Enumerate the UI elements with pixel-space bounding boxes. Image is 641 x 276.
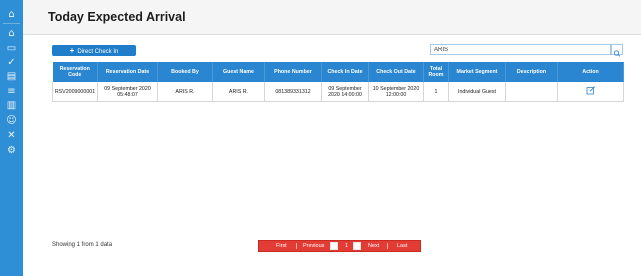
reservation-date-cell: 09 September 2020 05:48:07 [97, 82, 158, 102]
check-out-date-cell: 10 September 2020 12:00:00 [368, 82, 424, 102]
check-icon[interactable]: ✓ [5, 58, 18, 68]
guest-name-cell: ARIS R. [212, 82, 265, 102]
column-header[interactable]: Guest Name [212, 62, 265, 82]
clipboard-icon[interactable]: ▤ [5, 72, 18, 82]
pager-next[interactable]: Next [368, 241, 379, 251]
column-header[interactable]: Phone Number [264, 62, 322, 82]
showing-count-text: Showing 1 from 1 data [52, 242, 113, 248]
action-cell [557, 82, 624, 102]
plus-icon: + [69, 46, 75, 55]
person-icon[interactable]: ☺ [5, 116, 18, 126]
column-header[interactable]: Booked By [157, 62, 213, 82]
pager-current-page[interactable]: 1 [345, 241, 348, 251]
pager-last[interactable]: Last [397, 241, 407, 251]
search-icon [613, 50, 621, 57]
home-icon[interactable]: ⌂ [5, 29, 18, 39]
table-header-row: Reservation Code Reservation Date Booked… [52, 62, 624, 82]
phone-number-cell: 081389331312 [264, 82, 322, 102]
reservation-code-cell: RSV2009000001 [52, 82, 98, 102]
column-header[interactable]: Reservation Date [97, 62, 158, 82]
pager-separator [387, 243, 388, 249]
booked-by-cell: ARIS R. [157, 82, 213, 102]
sidebar-divider [3, 23, 20, 24]
column-header[interactable]: Description [505, 62, 558, 82]
column-header[interactable]: Check In Date [321, 62, 369, 82]
direct-check-in-label: Direct Check In [77, 49, 119, 55]
check-in-date-cell: 09 September 2020 14:00:00 [321, 82, 369, 102]
column-header[interactable]: Total Room [423, 62, 449, 82]
table-row: RSV2009000001 09 September 2020 05:48:07… [52, 82, 624, 102]
pager-separator [296, 243, 297, 249]
search-input[interactable] [430, 44, 611, 55]
description-cell [505, 82, 558, 102]
page-title: Today Expected Arrival [48, 10, 186, 24]
edit-icon[interactable] [586, 86, 596, 97]
column-header[interactable]: Reservation Code [52, 62, 98, 82]
sliders-icon[interactable]: ≡ [5, 87, 18, 97]
building-icon[interactable]: ⌂ [5, 10, 18, 20]
column-header[interactable]: Check Out Date [368, 62, 424, 82]
settings-icon[interactable]: ⚙ [5, 146, 18, 156]
chart-icon[interactable]: ▥ [5, 101, 18, 111]
direct-check-in-button[interactable]: + Direct Check In [52, 45, 136, 56]
arrival-table: Reservation Code Reservation Date Booked… [52, 62, 624, 102]
total-room-cell: 1 [423, 82, 449, 102]
pagination: First Previous 1 Next Last [258, 240, 421, 252]
pager-page-box[interactable] [330, 242, 338, 250]
sidebar: ⌂ ⌂ ▭ ✓ ▤ ≡ ▥ ☺ ✕ ⚙ [0, 0, 23, 276]
column-header[interactable]: Market Segment [448, 62, 506, 82]
page-header: Today Expected Arrival [23, 0, 641, 35]
search-button[interactable] [611, 44, 623, 57]
pager-first[interactable]: First [276, 241, 287, 251]
pager-page-box[interactable] [353, 242, 361, 250]
column-header: Action [557, 62, 624, 82]
market-segment-cell: Individual Guest [448, 82, 506, 102]
pager-previous[interactable]: Previous [303, 241, 324, 251]
monitor-icon[interactable]: ▭ [5, 44, 18, 54]
tools-icon[interactable]: ✕ [5, 131, 18, 141]
